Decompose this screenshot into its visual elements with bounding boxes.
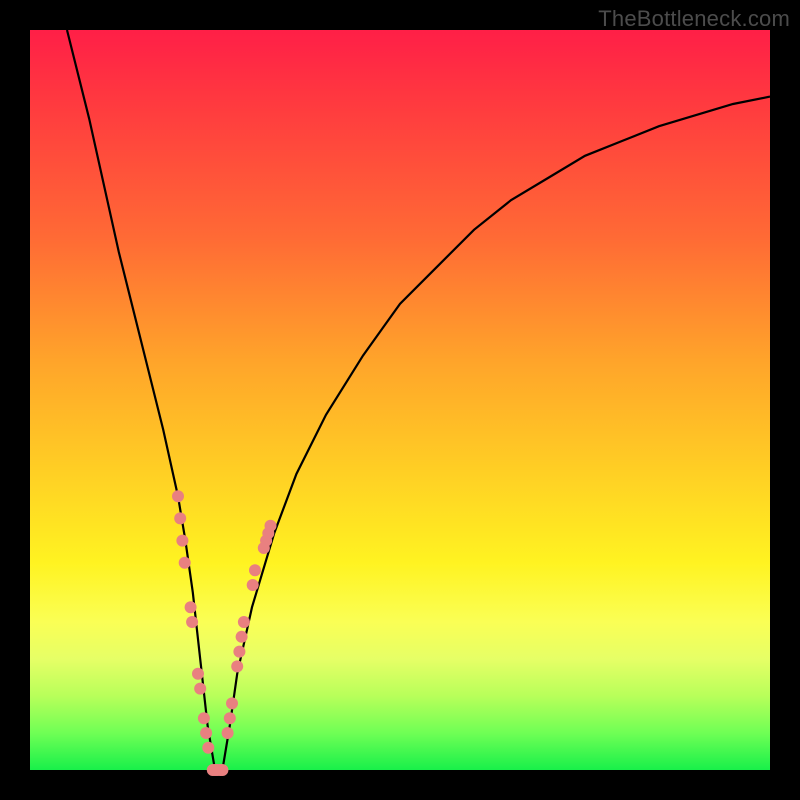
left-branch-markers-dot (202, 742, 214, 754)
right-branch-markers-dot (236, 631, 248, 643)
marker-layer (172, 490, 277, 776)
bottleneck-curve (67, 30, 770, 770)
left-branch-markers-dot (186, 616, 198, 628)
right-branch-markers-dot (249, 564, 261, 576)
left-branch-markers-dot (192, 668, 204, 680)
chart-svg (30, 30, 770, 770)
right-branch-markers-dot (231, 660, 243, 672)
left-branch-markers-dot (174, 512, 186, 524)
watermark-text: TheBottleneck.com (598, 6, 790, 32)
right-branch-markers-dot (216, 764, 228, 776)
left-branch-markers-dot (194, 683, 206, 695)
right-branch-markers-dot (238, 616, 250, 628)
right-branch-markers-dot (265, 520, 277, 532)
left-branch-markers-dot (185, 601, 197, 613)
chart-frame: TheBottleneck.com (0, 0, 800, 800)
right-branch-markers-dot (247, 579, 259, 591)
right-branch-markers-dot (224, 712, 236, 724)
left-branch-markers-dot (200, 727, 212, 739)
right-branch-markers-dot (222, 727, 234, 739)
left-branch-markers-dot (198, 712, 210, 724)
right-branch-markers-dot (226, 697, 238, 709)
left-branch-markers-dot (172, 490, 184, 502)
left-branch-markers-dot (176, 535, 188, 547)
left-branch-markers-dot (179, 557, 191, 569)
right-branch-markers-dot (233, 646, 245, 658)
curve-layer (67, 30, 770, 770)
